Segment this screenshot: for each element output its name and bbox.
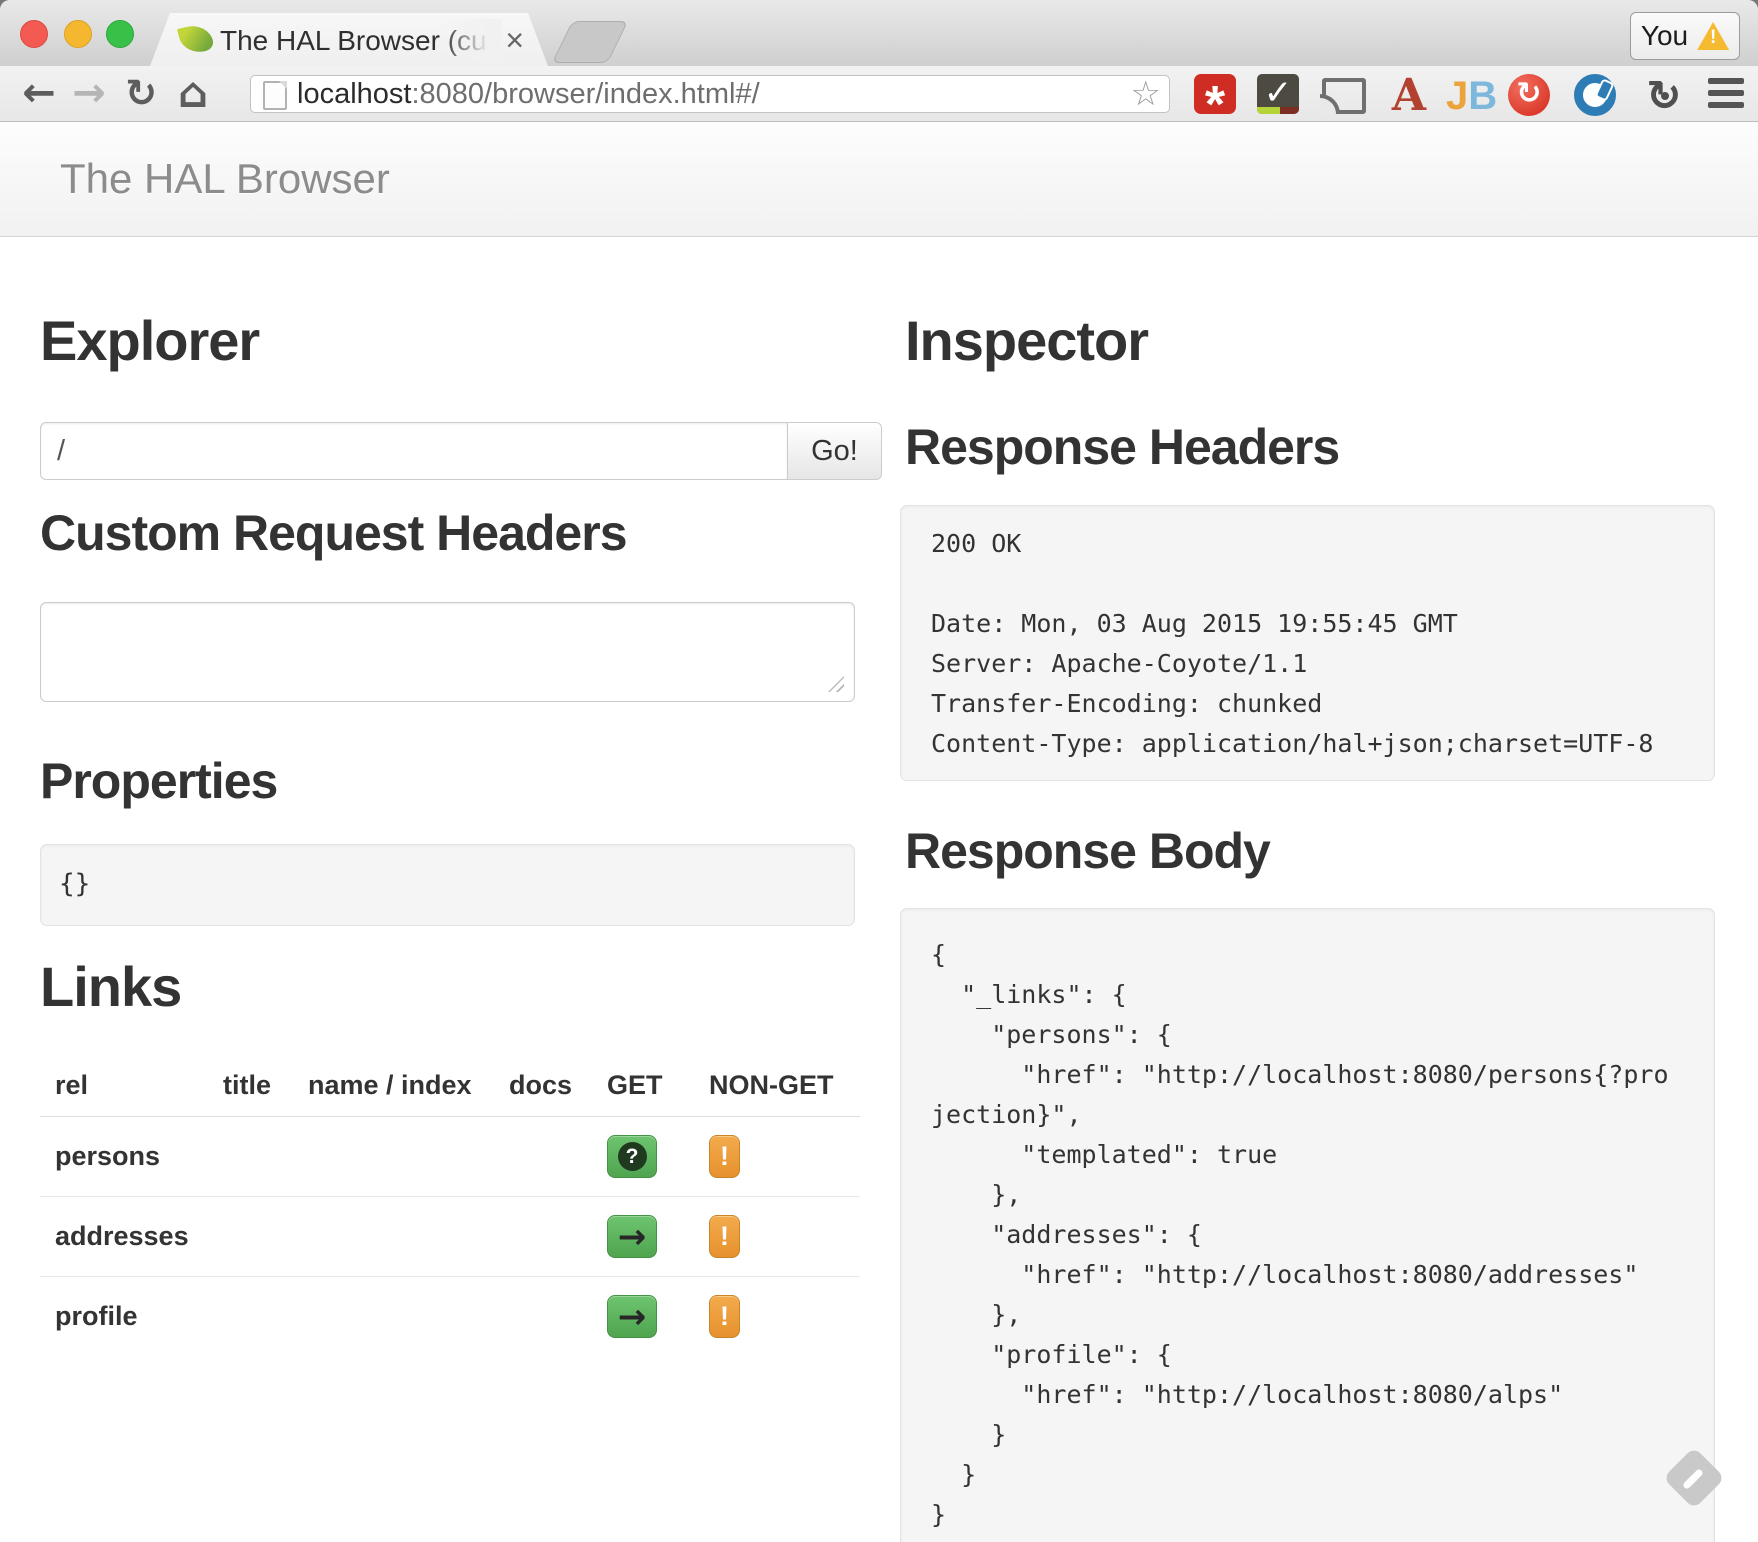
table-row-profile: profile → !: [40, 1277, 860, 1356]
properties-value: {}: [41, 845, 854, 923]
arrow-right-icon: →: [618, 1300, 647, 1334]
minimize-window-button[interactable]: [64, 20, 92, 48]
tab-strip: The HAL Browser (customiz × You !: [0, 0, 1758, 66]
home-button[interactable]: ⌂: [170, 68, 216, 118]
get-follow-button[interactable]: →: [607, 1295, 657, 1338]
sync-extension-icon[interactable]: ↻: [1643, 74, 1685, 114]
col-non-get: NON-GET: [694, 1060, 860, 1116]
page-title: The HAL Browser: [60, 122, 390, 236]
question-icon: ?: [618, 1142, 647, 1171]
custom-request-headers-heading: Custom Request Headers: [40, 504, 627, 562]
non-get-button[interactable]: !: [709, 1135, 740, 1178]
url-bar[interactable]: localhost:8080/browser/index.html#/ ☆: [250, 75, 1170, 113]
active-tab[interactable]: The HAL Browser (customiz ×: [150, 13, 548, 66]
response-headers-text: 200 OK Date: Mon, 03 Aug 2015 19:55:45 G…: [901, 506, 1714, 782]
links-heading: Links: [40, 954, 181, 1019]
jetbrains-extension-icon[interactable]: JB: [1446, 74, 1496, 114]
properties-well: {}: [40, 844, 855, 926]
lastpass-extension-icon[interactable]: *: [1194, 74, 1236, 114]
reload-button[interactable]: ↻: [118, 68, 164, 118]
response-body-heading: Response Body: [905, 822, 1270, 880]
col-name-index: name / index: [293, 1060, 494, 1116]
refresh-extension-icon[interactable]: ↻: [1508, 74, 1550, 116]
path-input[interactable]: [40, 422, 787, 480]
tab-close-icon[interactable]: ×: [505, 23, 524, 57]
chrome-menu-icon[interactable]: [1708, 78, 1744, 110]
page-icon: [263, 81, 287, 110]
spring-leaf-favicon: [177, 22, 215, 57]
forward-button[interactable]: →: [66, 68, 112, 118]
response-headers-well: 200 OK Date: Mon, 03 Aug 2015 19:55:45 G…: [900, 505, 1715, 781]
properties-heading: Properties: [40, 752, 277, 810]
profile-label: You: [1641, 20, 1688, 52]
non-get-button[interactable]: !: [709, 1215, 740, 1258]
col-docs: docs: [494, 1060, 592, 1116]
bookmark-star-icon[interactable]: ☆: [1131, 75, 1161, 113]
response-headers-heading: Response Headers: [905, 418, 1339, 476]
rel-label: persons: [40, 1117, 208, 1196]
profile-button[interactable]: You !: [1630, 12, 1740, 60]
get-docs-button[interactable]: ?: [607, 1135, 657, 1178]
url-host: localhost: [297, 78, 411, 110]
hal-navbar: The HAL Browser: [0, 122, 1758, 237]
non-get-button[interactable]: !: [709, 1295, 740, 1338]
response-body-well: { "_links": { "persons": { "href": "http…: [900, 908, 1715, 1542]
browser-toolbar: ← → ↻ ⌂ localhost:8080/browser/index.htm…: [0, 66, 1758, 122]
col-rel: rel: [40, 1060, 208, 1116]
go-button[interactable]: Go!: [787, 422, 882, 480]
col-get: GET: [592, 1060, 694, 1116]
table-row-addresses: addresses → !: [40, 1197, 860, 1277]
url-text: localhost:8080/browser/index.html#/: [297, 76, 760, 112]
new-tab-button[interactable]: [552, 21, 628, 63]
get-follow-button[interactable]: →: [607, 1215, 657, 1258]
blue-circle-extension-icon[interactable]: [1574, 74, 1616, 116]
url-path: :8080/browser/index.html#/: [411, 78, 759, 110]
links-table: rel title name / index docs GET NON-GET …: [40, 1060, 860, 1356]
explorer-heading: Explorer: [40, 308, 259, 373]
arrow-right-icon: →: [618, 1220, 647, 1254]
custom-headers-textarea[interactable]: [40, 602, 855, 702]
close-window-button[interactable]: [20, 20, 48, 48]
page-content: Explorer Go! Custom Request Headers Prop…: [0, 238, 1758, 1542]
back-button[interactable]: ←: [16, 68, 62, 118]
table-row-persons: persons ? !: [40, 1117, 860, 1197]
rel-label: addresses: [40, 1197, 208, 1276]
warning-icon: !: [1697, 22, 1729, 50]
letter-a-extension-icon[interactable]: A: [1388, 74, 1430, 114]
col-title: title: [208, 1060, 293, 1116]
rel-label: profile: [40, 1277, 208, 1356]
explorer-input-group: Go!: [40, 422, 882, 480]
tab-title-fade: [440, 19, 502, 63]
inspector-heading: Inspector: [905, 308, 1148, 373]
fullscreen-window-button[interactable]: [106, 20, 134, 48]
links-table-header: rel title name / index docs GET NON-GET: [40, 1060, 860, 1117]
response-body-text: { "_links": { "persons": { "href": "http…: [901, 909, 1714, 1542]
browser-window: The HAL Browser (customiz × You ! ← → ↻ …: [0, 0, 1758, 1542]
chromecast-extension-icon[interactable]: [1320, 74, 1364, 114]
checkmark-extension-icon[interactable]: ✓: [1257, 74, 1299, 114]
